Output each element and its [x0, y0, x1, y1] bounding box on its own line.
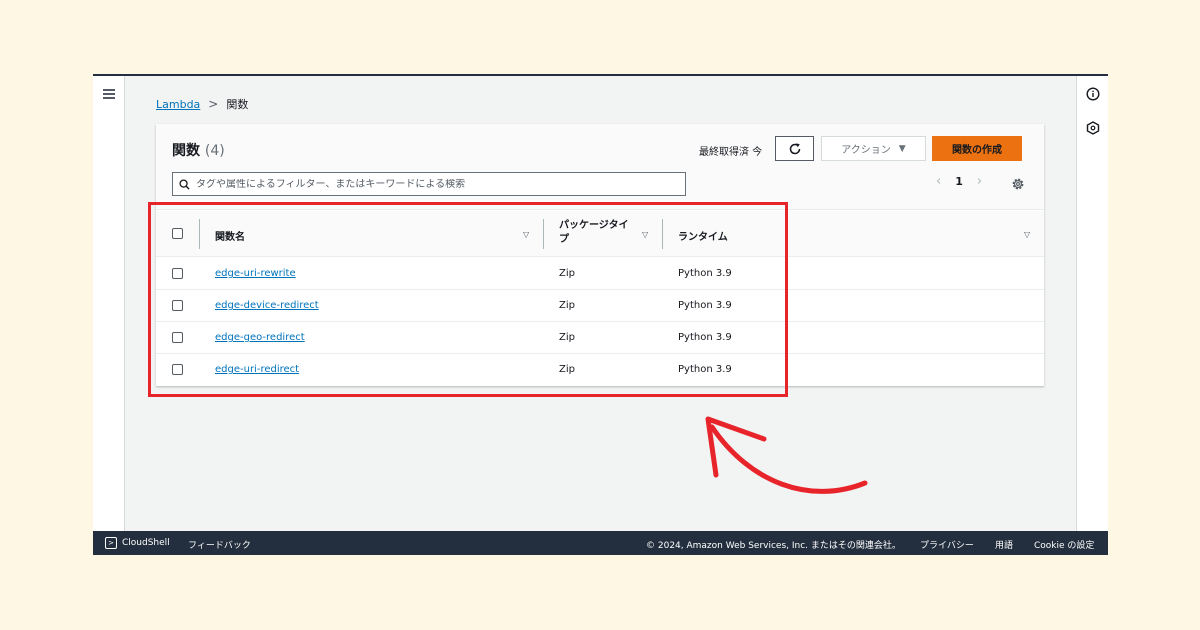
runtime-cell: Python 3.9 [678, 364, 732, 375]
runtime-cell: Python 3.9 [678, 300, 732, 311]
package-type-cell: Zip [559, 268, 575, 279]
runtime-cell: Python 3.9 [678, 268, 732, 279]
table-row[interactable]: edge-geo-redirect Zip Python 3.9 [156, 322, 1044, 354]
select-all-checkbox[interactable] [172, 228, 183, 239]
column-divider [199, 219, 200, 249]
filter-search-box[interactable] [172, 172, 686, 196]
row-checkbox[interactable] [172, 332, 183, 343]
privacy-link[interactable]: プライバシー [920, 538, 974, 551]
actions-label: アクション [841, 145, 891, 156]
last-fetched-status: 最終取得済 今 [699, 147, 763, 158]
panel-title-text: 関数 [172, 143, 200, 159]
table-row[interactable]: edge-uri-redirect Zip Python 3.9 [156, 354, 1044, 386]
pagination: ‹ 1 › [936, 174, 982, 189]
sort-runtime-icon[interactable]: ▽ [1024, 230, 1030, 239]
cookie-settings-link[interactable]: Cookie の設定 [1034, 538, 1094, 551]
hexagon-icon[interactable] [1086, 121, 1100, 135]
breadcrumb-current: 関数 [226, 98, 249, 111]
function-name-link[interactable]: edge-uri-redirect [215, 364, 299, 375]
current-page-number[interactable]: 1 [955, 175, 963, 188]
menu-icon[interactable] [103, 89, 115, 99]
package-type-cell: Zip [559, 364, 575, 375]
function-name-link[interactable]: edge-uri-rewrite [215, 268, 296, 279]
row-checkbox[interactable] [172, 364, 183, 375]
left-rail [93, 76, 125, 531]
refresh-icon [789, 142, 800, 154]
functions-panel: 関数 (4) 最終取得済 今 アクション ▼ 関数の作成 タグや属性によるフィル… [156, 124, 1044, 386]
package-type-cell: Zip [559, 300, 575, 311]
sort-name-icon[interactable]: ▽ [523, 230, 529, 239]
info-icon[interactable] [1086, 87, 1100, 101]
function-name-link[interactable]: edge-geo-redirect [215, 332, 305, 343]
table-row[interactable]: edge-uri-rewrite Zip Python 3.9 [156, 258, 1044, 290]
row-checkbox[interactable] [172, 300, 183, 311]
breadcrumb-separator: > [208, 97, 219, 111]
prev-page-button[interactable]: ‹ [936, 174, 941, 189]
row-checkbox[interactable] [172, 268, 183, 279]
search-input[interactable] [196, 178, 676, 190]
function-name-link[interactable]: edge-device-redirect [215, 300, 319, 311]
column-divider [662, 219, 663, 249]
search-icon [179, 178, 190, 190]
column-divider [543, 219, 544, 249]
aws-console-window: Lambda > 関数 関数 (4) 最終取得済 今 アクション ▼ 関数の作成 [93, 74, 1108, 555]
column-header-name[interactable]: 関数名 [215, 228, 245, 243]
feedback-link[interactable]: フィードバック [188, 538, 251, 551]
panel-header: 関数 (4) 最終取得済 今 アクション ▼ 関数の作成 タグや属性によるフィル… [156, 124, 1044, 210]
caret-down-icon: ▼ [898, 143, 906, 154]
copyright-text: © 2024, Amazon Web Services, Inc. またはその関… [646, 541, 901, 551]
function-count: (4) [204, 143, 225, 159]
refresh-button[interactable] [775, 136, 814, 161]
sort-package-type-icon[interactable]: ▽ [642, 230, 648, 239]
actions-dropdown[interactable]: アクション ▼ [821, 136, 926, 161]
create-function-button[interactable]: 関数の作成 [932, 136, 1022, 161]
terms-link[interactable]: 用語 [995, 538, 1013, 551]
breadcrumb-lambda-link[interactable]: Lambda [156, 98, 200, 111]
next-page-button[interactable]: › [977, 174, 982, 189]
column-header-runtime[interactable]: ランタイム [678, 228, 728, 243]
table-header: 関数名 ▽ パッケージタイプ ▽ ランタイム ▽ [156, 211, 1044, 257]
console-footer: > CloudShell フィードバック © 2024, Amazon Web … [93, 531, 1108, 555]
column-header-package-type[interactable]: パッケージタイプ [559, 219, 631, 247]
gear-icon[interactable] [1011, 177, 1025, 191]
table-row[interactable]: edge-device-redirect Zip Python 3.9 [156, 290, 1044, 322]
right-rail [1076, 76, 1108, 531]
cloudshell-icon[interactable]: > [105, 537, 117, 549]
panel-title: 関数 (4) [172, 140, 225, 160]
package-type-cell: Zip [559, 332, 575, 343]
breadcrumb: Lambda > 関数 [156, 96, 248, 112]
cloudshell-link[interactable]: CloudShell [122, 538, 170, 548]
runtime-cell: Python 3.9 [678, 332, 732, 343]
